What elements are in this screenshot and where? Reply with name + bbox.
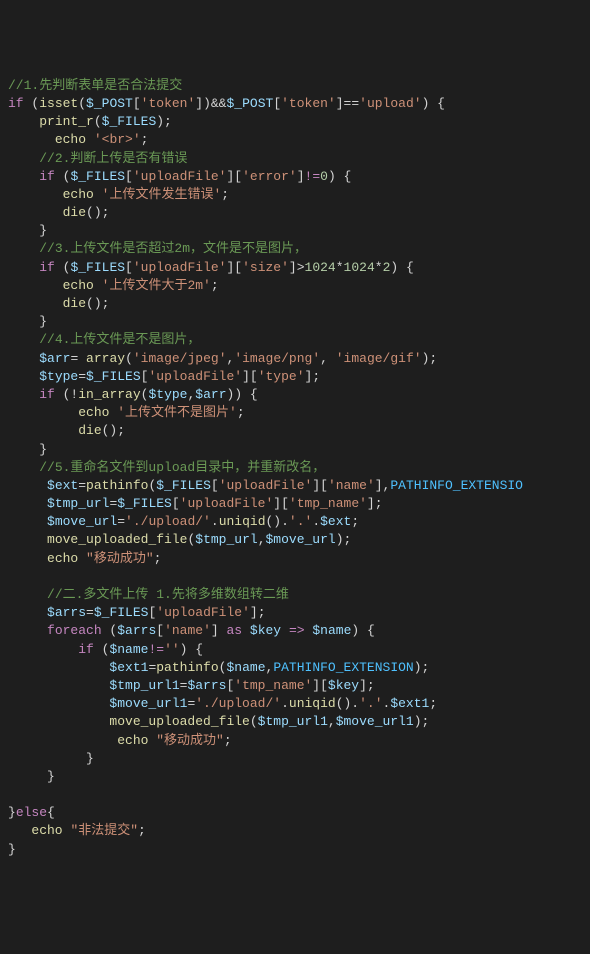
keyword-foreach: foreach [47, 623, 102, 638]
var-post: $_POST [86, 96, 133, 111]
keyword-else: else [16, 805, 47, 820]
comment: //1.先判断表单是否合法提交 [8, 78, 182, 93]
keyword-if: if [8, 96, 24, 111]
func-printr: print_r [39, 114, 94, 129]
str-token: 'token' [141, 96, 196, 111]
constant-pathinfo: PATHINFO_EXTENSIO [390, 478, 523, 493]
func-isset: isset [39, 96, 78, 111]
code-editor[interactable]: //1.先判断表单是否合法提交 if (isset($_POST['token'… [0, 73, 590, 863]
